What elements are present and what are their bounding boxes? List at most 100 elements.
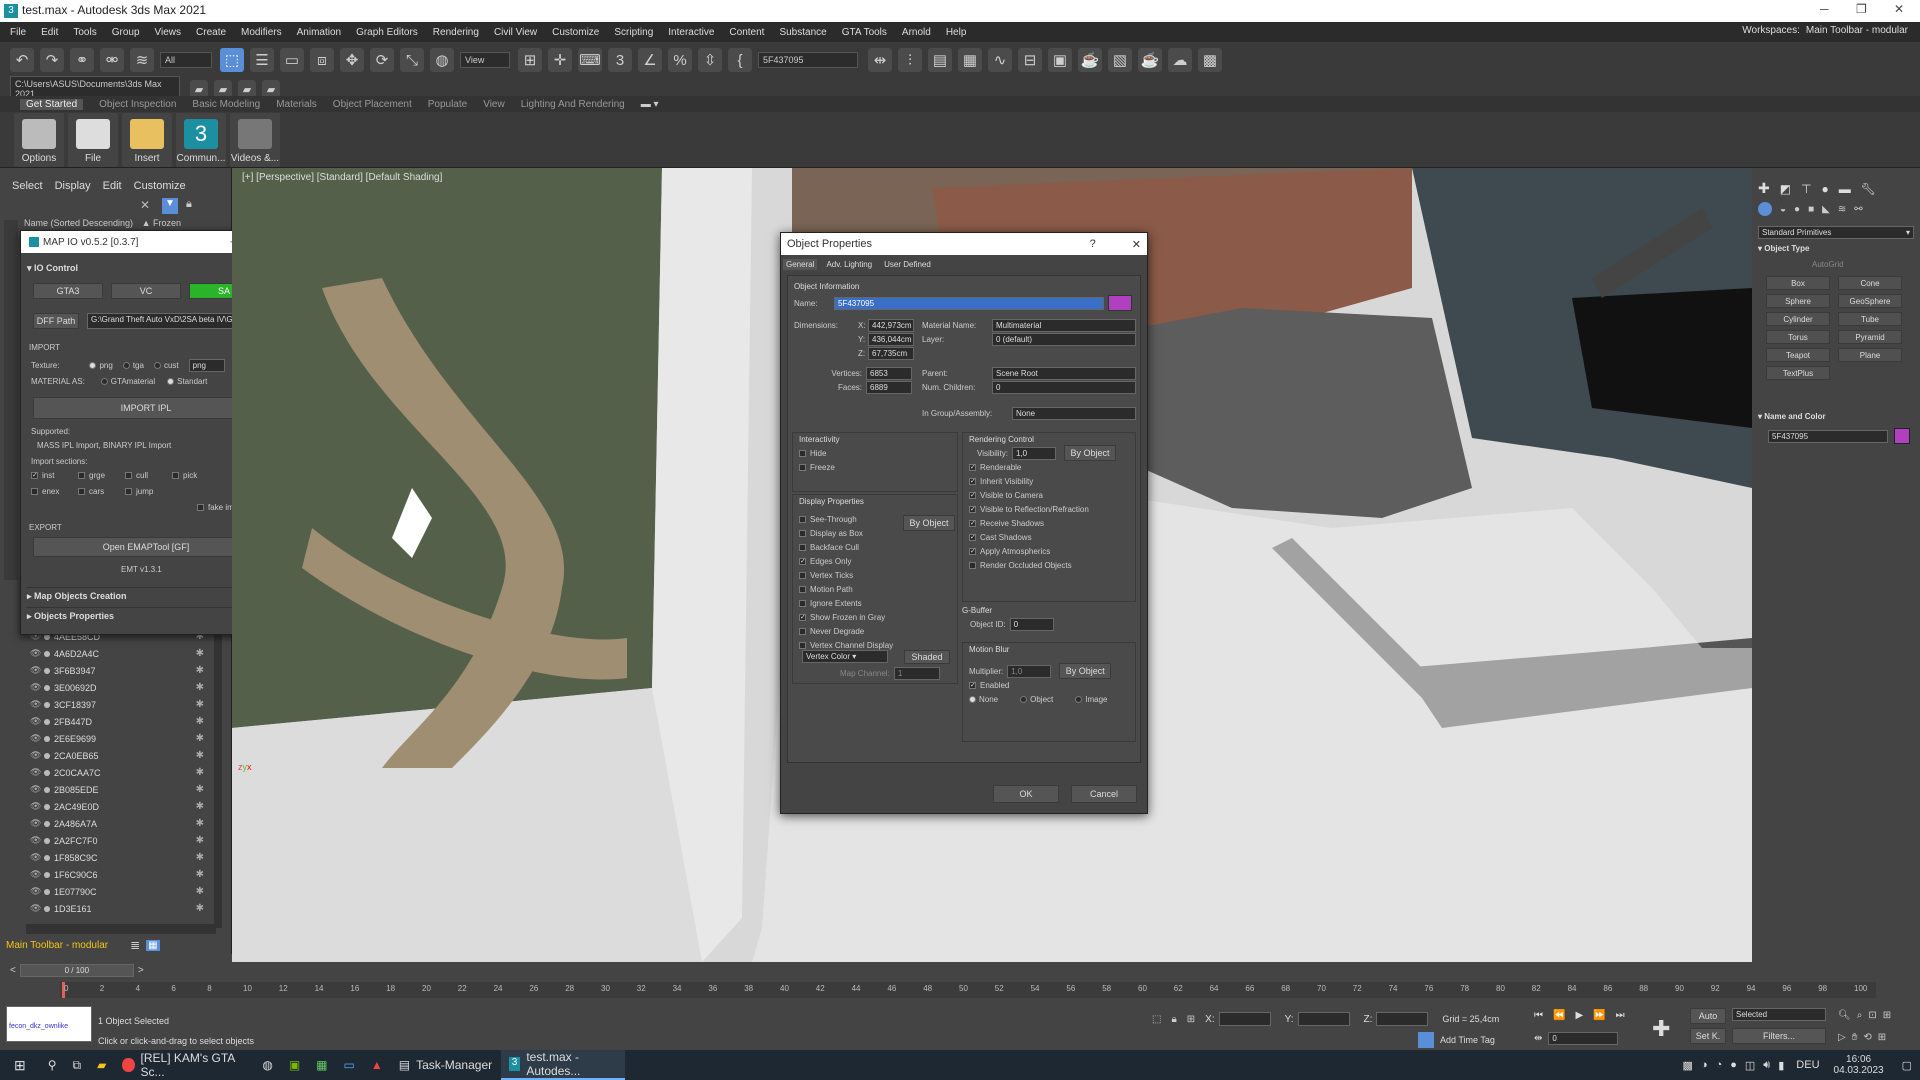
time-slider[interactable]: 0 / 100 xyxy=(19,964,134,977)
texture-ext-field[interactable]: png xyxy=(188,359,225,372)
visibility-eye-icon[interactable]: 👁︎ xyxy=(30,699,41,710)
volume-icon[interactable]: 🔊︎ xyxy=(1763,1059,1770,1072)
visibility-eye-icon[interactable]: 👁︎ xyxy=(30,903,41,914)
list-item[interactable]: 👁︎ 3F6B3947 ✱ xyxy=(30,662,212,679)
helpers-icon[interactable]: ◣ xyxy=(1822,204,1830,215)
tab-populate[interactable]: Populate xyxy=(428,99,467,110)
visibility-value[interactable]: 1,0 xyxy=(1011,446,1056,460)
selection-lock-icon[interactable]: 🔒︎ xyxy=(1171,1014,1176,1025)
tab-user-defined[interactable]: User Defined xyxy=(881,259,934,270)
motion-tab-icon[interactable]: ● xyxy=(1822,182,1829,196)
display-by-object-button[interactable]: By Object xyxy=(903,515,955,531)
blur-object-radio[interactable] xyxy=(1020,695,1028,703)
taskbar-3dsmax-app[interactable]: 3 test.max - Autodes... xyxy=(500,1050,625,1080)
percent-snap-icon[interactable]: % xyxy=(668,48,692,72)
set-key-button[interactable]: Set K. xyxy=(1690,1028,1726,1044)
freeze-icon[interactable]: ✱ xyxy=(196,750,204,761)
gta-icon[interactable]: ▦ xyxy=(308,1050,335,1080)
menu-group[interactable]: Group xyxy=(112,27,140,38)
workspaces[interactable]: Workspaces: Main Toolbar - modular xyxy=(1742,25,1908,36)
taskbar-chrome-app[interactable]: [REL] KAM's GTA Sc... xyxy=(114,1050,254,1080)
clear-filter-icon[interactable]: ✕ xyxy=(140,198,150,212)
visibility-eye-icon[interactable]: 👁︎ xyxy=(30,682,41,693)
absolute-mode-icon[interactable]: ⊞ xyxy=(1187,1014,1195,1025)
explorer-menu-select[interactable]: Select xyxy=(12,180,43,192)
dff-path-button[interactable]: DFF Path xyxy=(33,313,79,329)
ribbon-options-button[interactable]: Options xyxy=(14,112,64,167)
tab-general[interactable]: General xyxy=(783,259,818,270)
select-manipulate-icon[interactable]: ✛ xyxy=(548,48,572,72)
maxscript-listener[interactable]: fecon_dkz_ownlike xyxy=(6,1006,92,1042)
select-by-name-icon[interactable]: ☰ xyxy=(250,48,274,72)
goto-start-icon[interactable]: ⏮ xyxy=(1534,1010,1543,1021)
menu-rendering[interactable]: Rendering xyxy=(433,27,479,38)
zoom-extents-all-icon[interactable]: ⊞ xyxy=(1883,1010,1891,1021)
cylinder-button[interactable]: Cylinder xyxy=(1766,312,1830,326)
list-item[interactable]: 👁︎ 1D3E161 ✱ xyxy=(30,900,212,917)
menu-interactive[interactable]: Interactive xyxy=(668,27,714,38)
ribbon-community-button[interactable]: 3 Commun... xyxy=(176,112,226,167)
list-item[interactable]: 👁︎ 2E6E9699 ✱ xyxy=(30,730,212,747)
edges-only-checkbox[interactable]: ✓ xyxy=(799,557,806,565)
list-item[interactable]: 👁︎ 1F6C90C6 ✱ xyxy=(30,866,212,883)
menu-content[interactable]: Content xyxy=(729,27,764,38)
render-cloud-icon[interactable]: ☁ xyxy=(1168,48,1192,72)
curve-editor-icon[interactable]: ∿ xyxy=(988,48,1012,72)
object-id-value[interactable]: 0 xyxy=(1009,617,1054,631)
visibility-eye-icon[interactable]: 👁︎ xyxy=(30,784,41,795)
y-coord-field[interactable] xyxy=(1297,1012,1350,1026)
scale-icon[interactable]: ⤡ xyxy=(400,48,424,72)
angle-snap-icon[interactable]: ∠ xyxy=(638,48,662,72)
tray-icon[interactable]: ◔ xyxy=(1716,1059,1723,1071)
menu-customize[interactable]: Customize xyxy=(552,27,599,38)
keyboard-shortcut-icon[interactable]: ⌨ xyxy=(578,48,602,72)
cancel-button[interactable]: Cancel xyxy=(1071,785,1137,803)
create-tab-icon[interactable]: ✚ xyxy=(1758,180,1770,197)
render-setup-icon[interactable]: ☕ xyxy=(1078,48,1102,72)
show-frozen-gray-checkbox[interactable]: ✓ xyxy=(799,613,806,621)
texture-tga-radio[interactable] xyxy=(122,362,130,369)
visibility-eye-icon[interactable]: 👁︎ xyxy=(30,733,41,744)
section-grge-checkbox[interactable] xyxy=(78,472,85,479)
io-control-rollout[interactable]: ▾ IO Control xyxy=(27,263,78,274)
field-of-view-icon[interactable]: ▷ xyxy=(1838,1032,1846,1043)
menu-graph-editors[interactable]: Graph Editors xyxy=(356,27,418,38)
visibility-eye-icon[interactable]: 👁︎ xyxy=(30,852,41,863)
mirror-icon[interactable]: ⇹ xyxy=(868,48,892,72)
ribbon-videos-button[interactable]: Videos &... xyxy=(230,112,280,167)
object-type-rollout[interactable]: ▾ Object Type xyxy=(1758,244,1809,253)
freeze-icon[interactable]: ✱ xyxy=(196,869,204,880)
object-color-swatch[interactable] xyxy=(1108,295,1132,311)
freeze-icon[interactable]: ✱ xyxy=(196,665,204,676)
renderable-checkbox[interactable]: ✓ xyxy=(969,463,976,471)
blur-enabled-checkbox[interactable]: ✓ xyxy=(969,681,976,689)
section-enex-checkbox[interactable] xyxy=(31,488,38,495)
timeline-track[interactable]: 0 2 4 6 8 10 12 14 16 18 20 22 24 26 28 30 32 34 36 38 40 42 4… xyxy=(60,982,1876,998)
list-item[interactable]: 👁︎ 2CA0EB65 ✱ xyxy=(30,747,212,764)
time-prev-icon[interactable]: < xyxy=(10,965,16,976)
list-item[interactable]: 👁︎ 3E00692D ✱ xyxy=(30,679,212,696)
battery-icon[interactable]: ▮ xyxy=(1778,1059,1784,1072)
nvidia-icon[interactable]: ▣ xyxy=(281,1050,308,1080)
teapot-button[interactable]: Teapot xyxy=(1766,348,1830,362)
tab-materials[interactable]: Materials xyxy=(276,99,317,110)
key-filter-dropdown[interactable]: Selected xyxy=(1732,1008,1826,1021)
vertex-ticks-checkbox[interactable] xyxy=(799,571,806,579)
maximize-button[interactable]: ❐ xyxy=(1856,2,1867,16)
fake-import-checkbox[interactable] xyxy=(197,504,204,511)
app-red-icon[interactable]: ▲ xyxy=(363,1050,391,1080)
visibility-eye-icon[interactable]: 👁︎ xyxy=(30,818,41,829)
sort-column-header[interactable]: Name (Sorted Descending) ▲ Frozen xyxy=(24,218,224,228)
schematic-view-icon[interactable]: ⊟ xyxy=(1018,48,1042,72)
bind-space-warp-icon[interactable]: ≋ xyxy=(130,48,154,72)
render-by-object-button[interactable]: By Object xyxy=(1063,445,1116,461)
list-item[interactable]: 👁︎ 2AC49E0D ✱ xyxy=(30,798,212,815)
link-icon[interactable]: ⚭ xyxy=(70,48,94,72)
list-item[interactable]: 👁︎ 1F858C9C ✱ xyxy=(30,849,212,866)
explorer-menu-customize[interactable]: Customize xyxy=(134,180,186,192)
tray-icon[interactable]: ▩ xyxy=(1683,1059,1693,1072)
visibility-eye-icon[interactable]: 👁︎ xyxy=(30,648,41,659)
freeze-icon[interactable]: ✱ xyxy=(196,852,204,863)
move-icon[interactable]: ✥ xyxy=(340,48,364,72)
key-icon[interactable]: ✚ xyxy=(1652,1016,1670,1042)
